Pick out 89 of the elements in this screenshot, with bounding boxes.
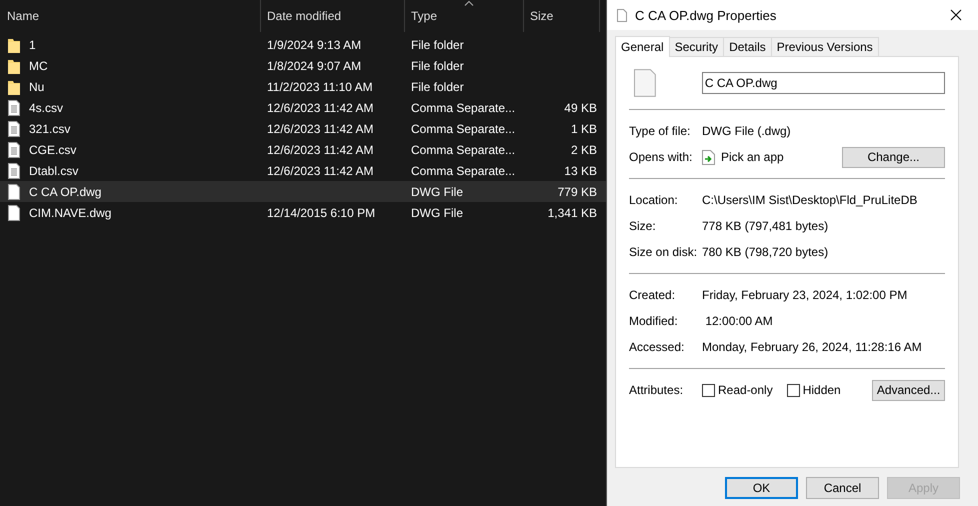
- file-name: 4s.csv: [29, 100, 64, 114]
- column-header[interactable]: Type: [405, 0, 524, 32]
- file-size: 2 KB: [570, 142, 597, 156]
- property-value: Monday, February 26, 2024, 11:28:16 AM: [702, 340, 922, 354]
- file-row[interactable]: 1 1/9/2024 9:13 AM File folder: [0, 34, 606, 55]
- file-name: CIM.NAVE.dwg: [29, 206, 112, 220]
- dialog-button[interactable]: Cancel: [806, 477, 879, 499]
- file-row[interactable]: Dtabl.csv 12/6/2023 11:42 AM Comma Separate... 13 KB: [0, 160, 606, 181]
- checkbox-label: Hidden: [802, 383, 841, 397]
- file-type: DWG File: [411, 206, 463, 220]
- document-icon: [8, 100, 20, 116]
- file-type: Comma Separate...: [411, 100, 516, 114]
- file-type: Comma Separate...: [411, 164, 516, 178]
- document-icon: [8, 120, 20, 136]
- folder-icon: [8, 36, 20, 52]
- file-row[interactable]: 4s.csv 12/6/2023 11:42 AM Comma Separate... 49 KB: [0, 97, 606, 118]
- property-value: C:\Users\IM Sist\Desktop\Fld_PruLiteDB: [702, 193, 918, 207]
- file-size: 13 KB: [564, 164, 597, 178]
- property-label: Size on disk:: [629, 245, 698, 259]
- change-button[interactable]: Change...: [842, 146, 945, 168]
- property-value: 12:00:00 AM: [704, 314, 773, 328]
- checkbox[interactable]: [786, 384, 800, 396]
- sort-caret-icon: [464, 0, 474, 6]
- date-modified: 1/9/2024 9:13 AM: [267, 38, 362, 52]
- file-row[interactable]: C CA OP.dwg DWG File 779 KB: [0, 181, 606, 202]
- file-name: 321.csv: [29, 122, 70, 136]
- file-name: Dtabl.csv: [29, 164, 78, 178]
- file-row[interactable]: CIM.NAVE.dwg 12/14/2015 6:10 PM DWG File 1,341 KB: [0, 202, 606, 223]
- window-title: C CA OP.dwg Properties: [635, 8, 778, 22]
- tab[interactable]: Security: [668, 37, 724, 56]
- file-name: Nu: [29, 80, 44, 94]
- app-icon: [702, 150, 715, 164]
- property-label: Opens with:: [629, 150, 694, 164]
- file-icon: [8, 204, 20, 220]
- property-label: Size:: [629, 219, 657, 233]
- property-value: Pick an app: [721, 150, 784, 164]
- file-size: 1,341 KB: [548, 206, 597, 220]
- checkbox[interactable]: [702, 384, 715, 396]
- file-type: File folder: [411, 38, 464, 52]
- document-icon: [8, 142, 20, 158]
- date-modified: 12/6/2023 11:42 AM: [267, 142, 374, 156]
- file-type: Comma Separate...: [411, 122, 516, 136]
- file-icon: [617, 8, 627, 22]
- property-label: Accessed:: [629, 340, 686, 354]
- file-row[interactable]: CGE.csv 12/6/2023 11:42 AM Comma Separate... 2 KB: [0, 139, 606, 160]
- file-size: 49 KB: [564, 100, 597, 114]
- date-modified: 12/14/2015 6:10 PM: [267, 206, 376, 220]
- checkbox-label: Read-only: [718, 383, 773, 397]
- date-modified: 1/8/2024 9:07 AM: [267, 58, 362, 72]
- date-modified: 11/2/2023 11:10 AM: [267, 80, 373, 94]
- column-header[interactable]: Size: [524, 0, 600, 32]
- column-header[interactable]: Date modified: [261, 0, 405, 32]
- file-type: DWG File: [411, 184, 463, 198]
- close-icon: [950, 9, 962, 21]
- file-size: 779 KB: [558, 184, 597, 198]
- dialog-button[interactable]: OK: [725, 477, 798, 499]
- tab[interactable]: Previous Versions: [770, 37, 879, 56]
- file-row[interactable]: Nu 11/2/2023 11:10 AM File folder: [0, 76, 606, 97]
- file-type: File folder: [411, 80, 464, 94]
- property-value: 778 KB (797,481 bytes): [702, 219, 828, 233]
- property-label: Created:: [629, 288, 676, 302]
- file-type: File folder: [411, 58, 464, 72]
- property-value: Friday, February 23, 2024, 1:02:00 PM: [702, 288, 908, 302]
- property-value: 780 KB (798,720 bytes): [702, 245, 828, 259]
- property-label: Attributes:: [629, 383, 684, 397]
- column-header[interactable]: Name: [0, 0, 261, 32]
- file-name: CGE.csv: [29, 142, 76, 156]
- file-name: 1: [29, 38, 36, 52]
- date-modified: 12/6/2023 11:42 AM: [267, 100, 374, 114]
- date-modified: 12/6/2023 11:42 AM: [267, 164, 374, 178]
- file-name-field[interactable]: C CA OP.dwg: [702, 72, 945, 94]
- folder-icon: [8, 58, 20, 74]
- date-modified: 12/6/2023 11:42 AM: [267, 122, 374, 136]
- file-type: Comma Separate...: [411, 142, 516, 156]
- document-icon: [8, 162, 20, 178]
- file-name: MC: [29, 58, 48, 72]
- tab[interactable]: General: [615, 36, 670, 57]
- property-value: DWG File (.dwg): [702, 124, 791, 138]
- file-row[interactable]: MC 1/8/2024 9:07 AM File folder: [0, 55, 606, 76]
- file-icon: [634, 69, 656, 97]
- property-label: Type of file:: [629, 124, 692, 138]
- property-label: Location:: [629, 193, 679, 207]
- property-label: Modified:: [629, 314, 679, 328]
- folder-icon: [8, 78, 20, 94]
- advanced-button[interactable]: Advanced...: [872, 380, 945, 400]
- file-icon: [8, 184, 20, 200]
- file-row[interactable]: 321.csv 12/6/2023 11:42 AM Comma Separate... 1 KB: [0, 118, 606, 139]
- file-name: C CA OP.dwg: [29, 184, 102, 198]
- file-size: 1 KB: [570, 122, 597, 136]
